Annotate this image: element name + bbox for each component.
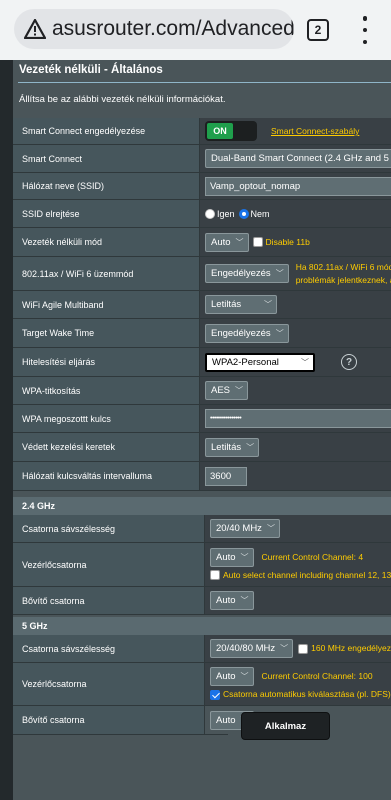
row-target-wake-time: Target Wake Time Engedélyezés ﹀ [13, 319, 391, 348]
row-smart-connect-enable: Smart Connect engedélyezése ON Smart Con… [13, 118, 391, 145]
row-ssid: Hálózat neve (SSID) Vamp_optout_nomap [13, 173, 391, 200]
auth-method-label: Hitelesítési eljárás [13, 348, 200, 376]
wpa-encryption-select[interactable]: AES ﹀ [205, 381, 249, 400]
wpa-key-input[interactable]: •••••••••••••••• [205, 409, 391, 428]
5-auto-channel-label: Csatorna automatikus kiválasztása (pl. D… [223, 689, 391, 699]
hide-ssid-yes-label: Igen [217, 208, 235, 219]
pmf-label: Védett kezelési keretek [13, 433, 200, 461]
agile-multiband-select[interactable]: Letiltás ﹀ [205, 295, 277, 314]
160mhz-checkbox[interactable] [298, 643, 309, 654]
section-header-24ghz: 2.4 GHz [13, 497, 391, 515]
wpa-encryption-label: WPA-titkosítás [13, 377, 200, 404]
row-5-bandwidth: Csatorna sávszélesség 20/40/80 MHz ﹀ 160 … [13, 635, 391, 663]
row-ax-mode: 802.11ax / WiFi 6 üzemmód Engedélyezés ﹀ … [13, 257, 391, 291]
ssid-label: Hálózat neve (SSID) [13, 173, 200, 199]
24-extension-select[interactable]: Auto ﹀ [210, 591, 254, 610]
browser-toolbar: asusrouter.com/Advanced_Wirel 2 [0, 0, 391, 60]
smart-connect-toggle[interactable]: ON [205, 121, 257, 141]
ssid-input[interactable]: Vamp_optout_nomap [205, 176, 391, 196]
24-auto-channel-checkbox[interactable] [210, 570, 220, 580]
row-24-control-channel: Vezérlőcsatorna Auto ﹀ Current Control Ch… [13, 543, 391, 587]
auth-method-select[interactable]: WPA2-Personal ﹀ [205, 352, 315, 372]
row-smart-connect: Smart Connect Dual-Band Smart Connect (2… [13, 145, 391, 173]
hide-ssid-yes-radio[interactable] [205, 208, 215, 219]
pmf-select[interactable]: Letiltás ﹀ [205, 437, 260, 457]
left-strip [0, 60, 13, 800]
section-header-5ghz: 5 GHz [13, 617, 391, 635]
row-5-control-channel: Vezérlőcsatorna Auto ﹀ Current Control Ch… [13, 663, 391, 706]
5-bandwidth-label: Csatorna sávszélesség [13, 635, 205, 662]
help-icon[interactable]: ? [341, 354, 357, 370]
key-rotation-input[interactable]: 3600 [205, 466, 247, 486]
row-5-extension: Bővítő csatorna Auto﹀ [13, 706, 254, 735]
5-auto-channel-checkbox[interactable] [210, 689, 220, 700]
agile-multiband-label: WiFi Agile Multiband [13, 291, 200, 318]
wireless-mode-select[interactable]: Auto ﹀ [205, 232, 249, 252]
24-control-channel-select[interactable]: Auto ﹀ [210, 547, 254, 567]
target-wake-time-select[interactable]: Engedélyezés ﹀ [205, 323, 289, 343]
apply-button[interactable]: Alkalmaz [241, 712, 330, 740]
disable-11b-label: Disable 11b [265, 236, 310, 247]
24-bandwidth-select[interactable]: 20/40 MHz ﹀ [210, 519, 280, 538]
row-wpa-key: WPA megoszottt kulcs •••••••••••••••• [13, 405, 391, 433]
address-bar[interactable]: asusrouter.com/Advanced_Wirel [14, 9, 294, 49]
5-bandwidth-select[interactable]: 20/40/80 MHz ﹀ [210, 639, 294, 658]
wpa-key-label: WPA megoszottt kulcs [13, 405, 200, 432]
wireless-mode-label: Vezeték nélküli mód [13, 228, 200, 256]
row-auth-method: Hitelesítési eljárás WPA2-Personal ﹀ ? [13, 348, 391, 377]
page-title: Vezeték nélküli - Általános [19, 64, 163, 76]
24-extension-label: Bővítő csatorna [13, 587, 205, 614]
not-secure-warning-icon[interactable] [18, 9, 52, 49]
5-extension-label: Bővítő csatorna [13, 706, 205, 734]
smart-connect-enable-label: Smart Connect engedélyezése [13, 118, 200, 144]
smart-connect-label: Smart Connect [13, 145, 200, 172]
row-key-rotation: Hálózati kulcsváltás intervalluma 3600 [13, 462, 391, 491]
target-wake-time-label: Target Wake Time [13, 319, 200, 347]
ax-mode-label: 802.11ax / WiFi 6 üzemmód [13, 257, 200, 290]
row-pmf: Védett kezelési keretek Letiltás ﹀ [13, 433, 391, 462]
ax-mode-warning-line2: problémák jelentkeznek, akkor [295, 274, 391, 285]
row-hide-ssid: SSID elrejtése Igen Nem [13, 200, 391, 228]
24-bandwidth-label: Csatorna sávszélesség [13, 515, 205, 542]
disable-11b-checkbox[interactable] [252, 237, 263, 247]
5-control-channel-select[interactable]: Auto ﹀ [210, 667, 254, 686]
browser-menu-icon[interactable] [360, 16, 370, 44]
url-text: asusrouter.com/Advanced_Wirel [52, 17, 294, 40]
24-auto-channel-label: Auto select channel including channel 12… [223, 569, 391, 580]
smart-connect-rule-link[interactable]: Smart Connect-szabály [271, 126, 359, 136]
row-wireless-mode: Vezeték nélküli mód Auto ﹀ Disable 11b [13, 228, 391, 257]
router-page: Vezeték nélküli - Általános Állítsa be a… [0, 60, 391, 800]
wireless-general-panel: Vezeték nélküli - Általános Állítsa be a… [13, 60, 391, 800]
page-description: Állítsa be az alábbi vezeték nélküli inf… [19, 94, 226, 105]
tab-switcher-icon[interactable]: 2 [307, 19, 329, 41]
hide-ssid-label: SSID elrejtése [13, 200, 200, 227]
24-control-channel-label: Vezérlőcsatorna [13, 543, 205, 586]
hide-ssid-no-label: Nem [250, 208, 270, 219]
key-rotation-label: Hálózati kulcsváltás intervalluma [13, 462, 200, 490]
ax-mode-warning-line1: Ha 802.11ax / WiFi 6 mód engedélyezve [295, 261, 391, 272]
5-current-channel-text: Current Control Channel: 100 [261, 671, 373, 681]
hide-ssid-no-radio[interactable] [238, 208, 249, 219]
row-wpa-encryption: WPA-titkosítás AES ﹀ [13, 377, 391, 405]
24-current-channel-text: Current Control Channel: 4 [261, 551, 364, 562]
smart-connect-select[interactable]: Dual-Band Smart Connect (2.4 GHz and 5 G… [205, 149, 391, 168]
row-agile-multiband: WiFi Agile Multiband Letiltás ﹀ [13, 291, 391, 319]
row-24-bandwidth: Csatorna sávszélesség 20/40 MHz ﹀ [13, 515, 391, 543]
title-divider [18, 82, 391, 83]
5-control-channel-label: Vezérlőcsatorna [13, 663, 205, 705]
row-24-extension: Bővítő csatorna Auto ﹀ [13, 587, 391, 615]
160mhz-label: 160 MHz engedélyezése [311, 643, 391, 653]
ax-mode-select[interactable]: Engedélyezés ﹀ [205, 264, 289, 283]
